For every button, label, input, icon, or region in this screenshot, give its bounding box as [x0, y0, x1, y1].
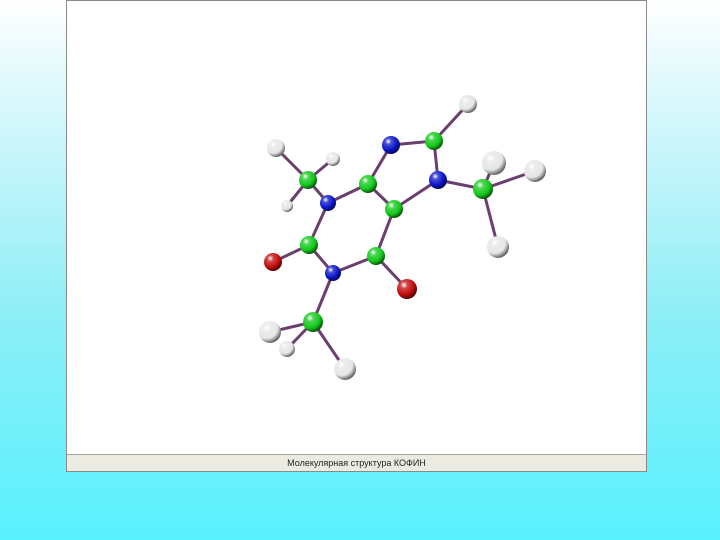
atom-carbon-C7m[interactable]	[473, 179, 493, 199]
atom-hydrogen-H7b[interactable]	[524, 160, 546, 182]
atom-carbon-C8[interactable]	[425, 132, 443, 150]
atom-oxygen-O6[interactable]	[397, 279, 417, 299]
atom-hydrogen-H7c[interactable]	[487, 236, 509, 258]
atom-hydrogen-H1b[interactable]	[279, 341, 295, 357]
atoms-layer	[259, 95, 546, 380]
atom-hydrogen-H3b[interactable]	[326, 152, 340, 166]
molecule-3d-view[interactable]	[67, 1, 646, 455]
molecule-canvas[interactable]	[67, 1, 646, 455]
atom-hydrogen-H7a[interactable]	[482, 151, 506, 175]
atom-carbon-C4[interactable]	[359, 175, 377, 193]
atom-carbon-C2[interactable]	[300, 236, 318, 254]
atom-nitrogen-N1[interactable]	[325, 265, 341, 281]
atom-carbon-C5[interactable]	[385, 200, 403, 218]
status-bar: Молекулярная структура КОФИН	[67, 454, 646, 471]
atom-hydrogen-H1a[interactable]	[259, 321, 281, 343]
atom-nitrogen-N3[interactable]	[320, 195, 336, 211]
atom-carbon-C6[interactable]	[367, 247, 385, 265]
atom-oxygen-O2[interactable]	[264, 253, 282, 271]
atom-hydrogen-H1c[interactable]	[334, 358, 356, 380]
atom-hydrogen-H3c[interactable]	[281, 200, 293, 212]
atom-hydrogen-H3a[interactable]	[267, 139, 285, 157]
atom-nitrogen-N7[interactable]	[429, 171, 447, 189]
atom-nitrogen-N9[interactable]	[382, 136, 400, 154]
atom-carbon-C1m[interactable]	[303, 312, 323, 332]
molecule-viewer-window: Молекулярная структура КОФИН	[66, 0, 647, 472]
atom-carbon-C3m[interactable]	[299, 171, 317, 189]
status-caption: Молекулярная структура КОФИН	[287, 458, 426, 468]
atom-hydrogen-H8[interactable]	[459, 95, 477, 113]
